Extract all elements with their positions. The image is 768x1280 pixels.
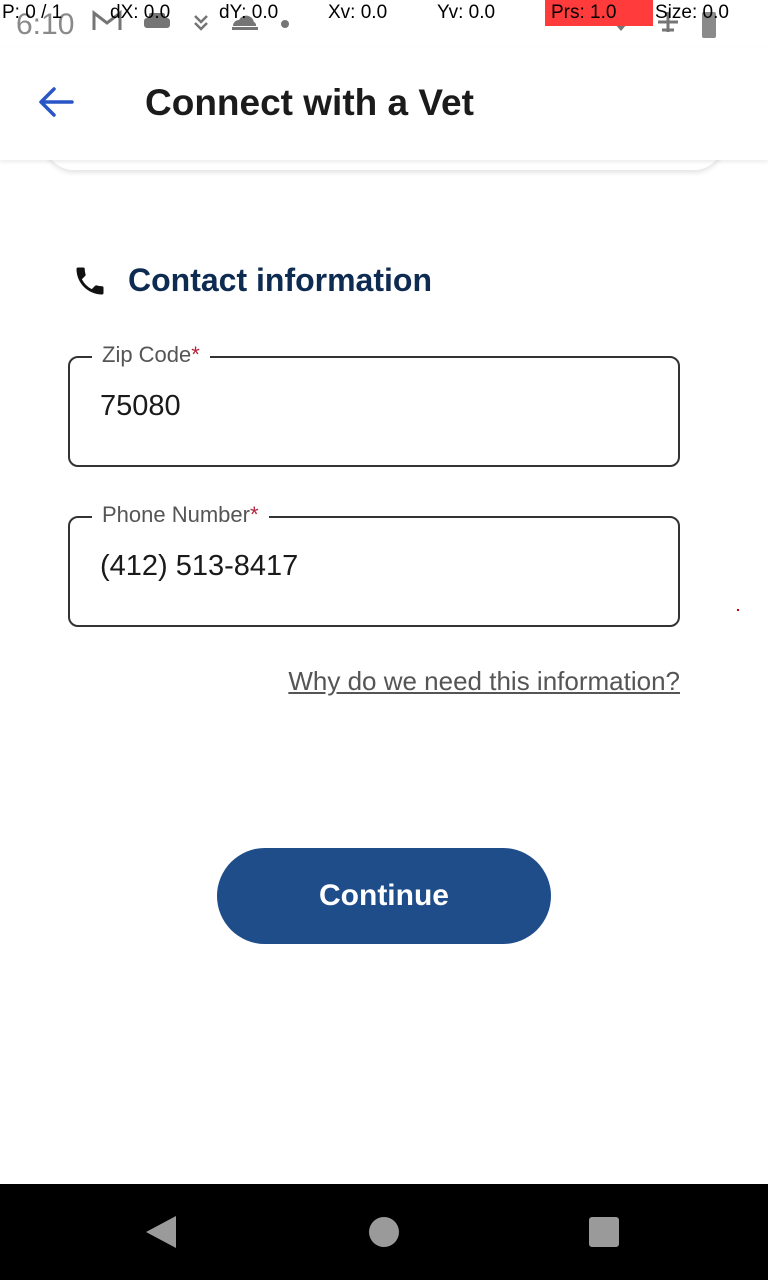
pointer-location-overlay: P: 0 / 1 dX: 0.0 dY: 0.0 Xv: 0.0 Yv: 0.0… — [0, 0, 768, 26]
app-bar: Connect with a Vet — [0, 48, 768, 160]
overlay-pressure: Prs: 1.0 — [545, 0, 653, 26]
required-mark: * — [191, 342, 200, 367]
nav-recents-icon[interactable] — [589, 1217, 619, 1247]
phone-number-label: Phone Number* — [92, 502, 269, 528]
section-title: Contact information — [128, 262, 432, 298]
page-title: Connect with a Vet — [145, 82, 474, 123]
zip-code-field[interactable]: Zip Code* — [68, 342, 680, 467]
required-mark: * — [249, 502, 259, 527]
nav-back-icon[interactable] — [146, 1216, 176, 1248]
system-nav-bar — [0, 1184, 768, 1280]
contact-section-header: Contact information — [72, 262, 432, 299]
overlay-size: Size: 0.0 — [655, 2, 729, 23]
nav-home-icon[interactable] — [369, 1217, 399, 1247]
zip-code-label: Zip Code* — [92, 342, 210, 368]
overlay-dy: dY: 0.0 — [219, 2, 279, 23]
overlay-dx: dX: 0.0 — [110, 2, 171, 23]
back-button[interactable] — [26, 76, 86, 132]
why-info-link[interactable]: Why do we need this information? — [288, 666, 680, 697]
overlay-yv: Yv: 0.0 — [437, 2, 496, 23]
zip-code-input[interactable] — [100, 390, 640, 423]
phone-number-input[interactable] — [100, 550, 640, 583]
phone-number-field[interactable]: Phone Number* — [68, 502, 680, 627]
continue-button[interactable]: Continue — [217, 848, 551, 944]
touch-dot — [737, 609, 739, 611]
arrow-left-icon — [38, 86, 74, 123]
overlay-xv: Xv: 0.0 — [328, 2, 388, 23]
overlay-pointer-count: P: 0 / 1 — [2, 2, 63, 23]
phone-icon — [72, 263, 108, 299]
